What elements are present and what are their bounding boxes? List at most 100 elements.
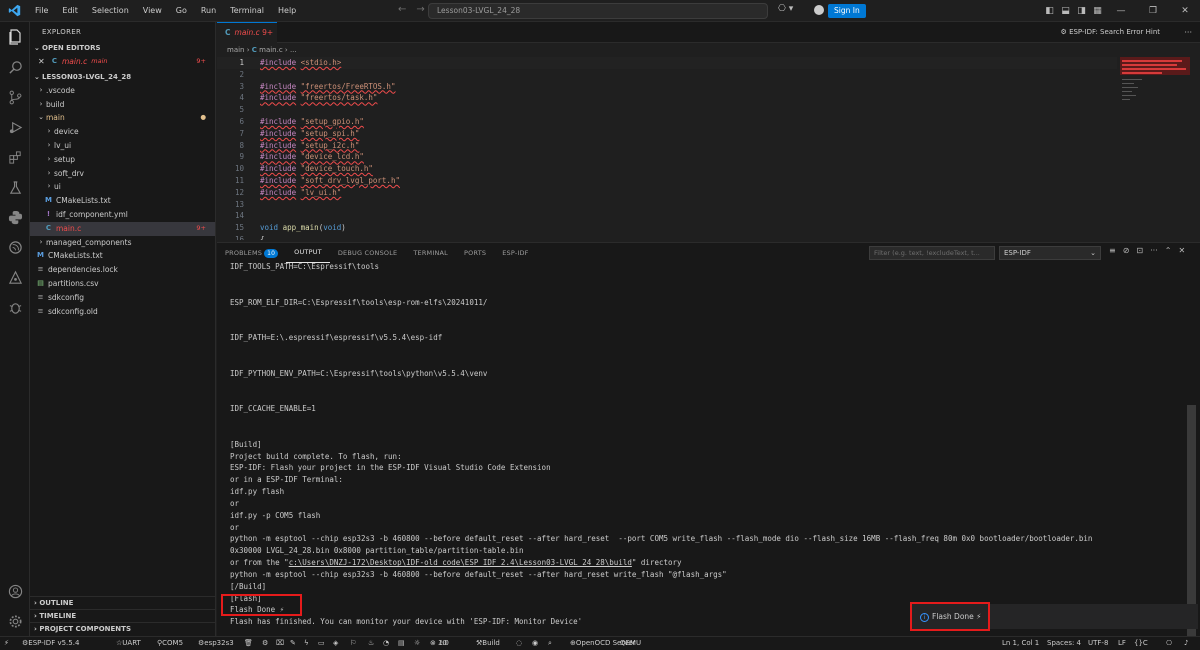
tree-item-soft-drv[interactable]: › soft_drv bbox=[30, 167, 215, 181]
code-editor[interactable]: 1 #include <stdio.h> 2 3 #include "freertos/… bbox=[217, 57, 1117, 240]
code-line[interactable]: 9 #include "device_lcd.h" bbox=[217, 151, 1117, 163]
run-debug-icon[interactable] bbox=[0, 114, 30, 140]
tree-item-cmakelists-txt[interactable]: M CMakeLists.txt bbox=[30, 249, 215, 263]
esp-idf-icon[interactable] bbox=[0, 234, 30, 260]
flash-done-notification[interactable]: i Flash Done ⚡ bbox=[910, 602, 990, 631]
panel-tab-debug-console[interactable]: DEBUG CONSOLE bbox=[330, 243, 406, 263]
toggle-sidebar-icon[interactable]: ◧ bbox=[1043, 6, 1056, 16]
terminal-icon[interactable]: ▤ bbox=[398, 637, 405, 650]
code-line[interactable]: 14 bbox=[217, 210, 1117, 222]
toggle-panel-icon[interactable]: ⬓ bbox=[1059, 6, 1072, 16]
code-line[interactable]: 2 bbox=[217, 69, 1117, 81]
tree-item-dependencies-lock[interactable]: ≡ dependencies.lock bbox=[30, 263, 215, 277]
code-line[interactable]: 4 #include "freertos/task.h" bbox=[217, 92, 1117, 104]
testing-icon[interactable] bbox=[0, 174, 30, 200]
breadcrumb-folder[interactable]: main bbox=[227, 46, 245, 54]
output-scrollbar[interactable] bbox=[1187, 405, 1196, 637]
code-line[interactable]: 15 void app_main(void) bbox=[217, 222, 1117, 234]
manage-gear-icon[interactable] bbox=[0, 608, 30, 634]
menuconfig-gear-icon[interactable]: ⚙ bbox=[262, 637, 268, 650]
debug-icon[interactable]: ⚐ bbox=[350, 637, 356, 650]
code-line[interactable]: 12 #include "lv_ui.h" bbox=[217, 187, 1117, 199]
output-filter-input[interactable]: Filter (e.g. text, !excludeText, t... bbox=[869, 246, 995, 260]
output-log[interactable]: IDF_TOOLS_PATH=C:\Espressif\tools ESP_ROM… bbox=[230, 261, 1180, 637]
code-line[interactable]: 8 #include "setup_i2c.h" bbox=[217, 140, 1117, 152]
tree-item-setup[interactable]: › setup bbox=[30, 153, 215, 167]
indentation[interactable]: Spaces: 4 bbox=[1047, 637, 1081, 650]
custom-task-icon[interactable]: ☼ bbox=[414, 637, 420, 650]
minimap[interactable] bbox=[1120, 57, 1190, 240]
close-icon[interactable]: ✕ bbox=[38, 55, 50, 69]
search-icon[interactable] bbox=[0, 54, 30, 80]
idf-explorer-icon[interactable] bbox=[0, 264, 30, 290]
code-line[interactable]: 5 bbox=[217, 104, 1117, 116]
remote-icon[interactable]: ⚡ bbox=[4, 637, 9, 650]
tree-item-managed-components[interactable]: › managed_components bbox=[30, 236, 215, 250]
panel-tab-output[interactable]: OUTPUT bbox=[286, 243, 330, 263]
clear-output-icon[interactable]: ⊘ bbox=[1123, 246, 1130, 255]
close-window-icon[interactable]: ✕ bbox=[1170, 6, 1200, 16]
list-icon[interactable]: ≡ bbox=[1109, 246, 1116, 255]
close-panel-icon[interactable]: ✕ bbox=[1178, 246, 1185, 255]
panel-tab-problems[interactable]: PROBLEMS 10 bbox=[217, 243, 286, 263]
menu-run[interactable]: Run bbox=[194, 0, 223, 22]
tree-item-sdkconfig-old[interactable]: ≡ sdkconfig.old bbox=[30, 305, 215, 319]
menu-go[interactable]: Go bbox=[169, 0, 194, 22]
code-line[interactable]: 11 #include "soft_drv_lvgl_port.h" bbox=[217, 175, 1117, 187]
build-status[interactable]: ⚒ Build bbox=[476, 637, 500, 650]
forward-arrow-icon[interactable]: → bbox=[416, 4, 424, 15]
menu-edit[interactable]: Edit bbox=[55, 0, 85, 22]
sign-in-button[interactable]: Sign In bbox=[828, 4, 866, 18]
build-flash-monitor-icon[interactable]: ◈ bbox=[333, 637, 338, 650]
menu-view[interactable]: View bbox=[136, 0, 169, 22]
project-folder-header[interactable]: ⌄ LESSON03-LVGL_24_28 bbox=[30, 71, 215, 84]
breadcrumb-file[interactable]: main.c bbox=[259, 46, 283, 54]
tree-item-device[interactable]: › device bbox=[30, 125, 215, 139]
notifications-bell-icon[interactable]: ♪ bbox=[1184, 637, 1188, 650]
copilot-icon[interactable]: ⎔ ▾ bbox=[778, 4, 793, 14]
search-icon[interactable]: ⌕ bbox=[548, 637, 552, 650]
menu-file[interactable]: File bbox=[28, 0, 55, 22]
openocd-server[interactable]: ⊕ OpenOCD Server bbox=[570, 637, 636, 650]
tree-item-ui[interactable]: › ui bbox=[30, 180, 215, 194]
tree-item-idf-component-yml[interactable]: ! idf_component.yml bbox=[30, 208, 215, 222]
code-line[interactable]: 10 #include "device_touch.h" bbox=[217, 163, 1117, 175]
size-icon[interactable]: ◔ bbox=[383, 637, 389, 650]
panel-tab-ports[interactable]: PORTS bbox=[456, 243, 494, 263]
code-line[interactable]: 16 { bbox=[217, 234, 1117, 240]
command-center-search[interactable]: Lesson03-LVGL_24_28 bbox=[428, 3, 768, 19]
bug-icon[interactable] bbox=[0, 294, 30, 320]
source-control-icon[interactable] bbox=[0, 84, 30, 110]
line-ending[interactable]: LF bbox=[1118, 637, 1126, 650]
qemu[interactable]: QEMU bbox=[620, 637, 641, 650]
build-directory-link[interactable]: c:\Users\DNZJ-172\Desktop\IDF-old_code\E… bbox=[289, 558, 632, 567]
restore-icon[interactable]: ❐ bbox=[1138, 6, 1168, 16]
tab-main-c[interactable]: Cmain.c 9+ bbox=[217, 22, 277, 43]
menu-help[interactable]: Help bbox=[271, 0, 303, 22]
code-line[interactable]: 1 #include <stdio.h> bbox=[217, 57, 1117, 69]
explorer-icon[interactable] bbox=[0, 24, 30, 50]
menu-terminal[interactable]: Terminal bbox=[223, 0, 271, 22]
tree-item-partitions-csv[interactable]: ▤ partitions.csv bbox=[30, 277, 215, 291]
tree-item--vscode[interactable]: › .vscode bbox=[30, 84, 215, 98]
more-actions-icon[interactable]: ··· bbox=[1150, 246, 1158, 255]
tree-item-main-c[interactable]: Cmain.c 9+ bbox=[30, 221, 215, 236]
problems-count[interactable]: ⊗ 10 ⚠ 0 bbox=[430, 637, 449, 650]
extensions-icon[interactable] bbox=[0, 144, 30, 170]
output-channel-select[interactable]: ESP-IDF ⌄ bbox=[999, 246, 1101, 260]
code-line[interactable]: 6 #include "setup_gpio.h" bbox=[217, 116, 1117, 128]
toggle-secondary-sidebar-icon[interactable]: ◨ bbox=[1075, 6, 1088, 16]
more-actions-icon[interactable]: ··· bbox=[1184, 22, 1192, 43]
accounts-icon[interactable] bbox=[0, 578, 30, 604]
tree-item-lv-ui[interactable]: › lv_ui bbox=[30, 139, 215, 153]
panel-tab-esp-idf[interactable]: ESP-IDF bbox=[494, 243, 536, 263]
open-editor-main-c[interactable]: ✕ C main.c main 9+ bbox=[30, 55, 215, 69]
target-chip[interactable]: ⚙ esp32s3 bbox=[198, 637, 234, 650]
monitor-icon[interactable]: ▭ bbox=[318, 637, 325, 650]
trash-icon[interactable]: ⌧ bbox=[276, 637, 284, 650]
language-mode[interactable]: {} C bbox=[1134, 637, 1148, 650]
copilot-status-icon[interactable]: ⎔ bbox=[1166, 637, 1172, 650]
customize-layout-icon[interactable]: ▦ bbox=[1091, 6, 1104, 16]
back-arrow-icon[interactable]: ← bbox=[398, 4, 406, 15]
code-line[interactable]: 7 #include "setup_spi.h" bbox=[217, 128, 1117, 140]
